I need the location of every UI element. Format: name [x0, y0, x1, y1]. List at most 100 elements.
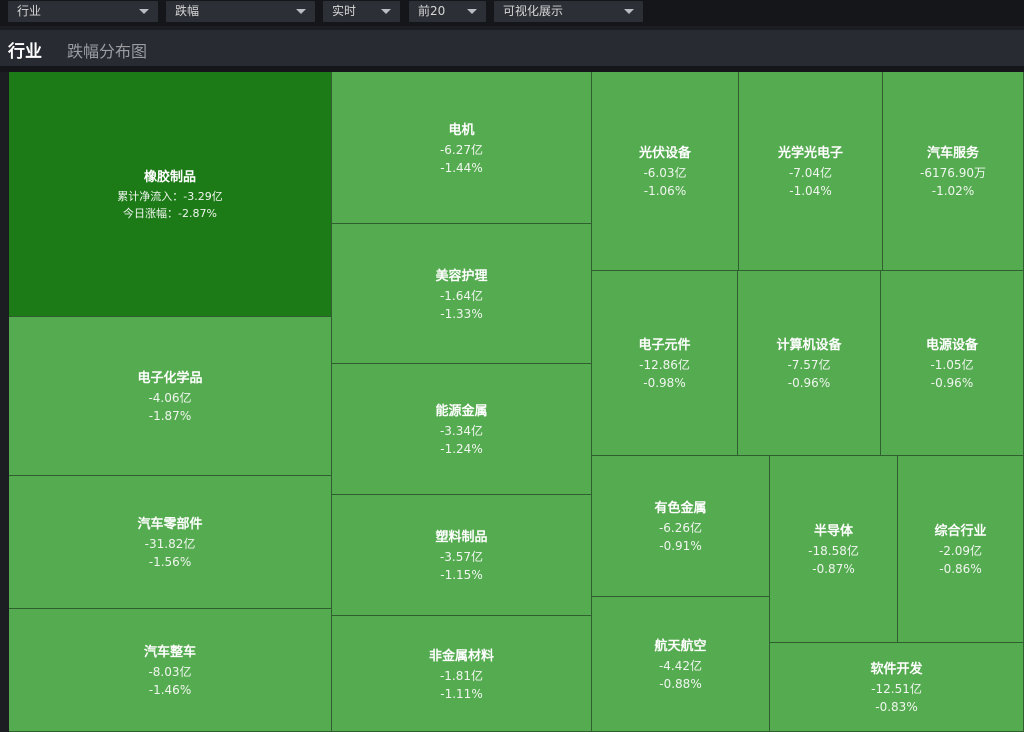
cell-name: 有色金属 [654, 501, 707, 516]
cell-flow-value: -6176.90万 [920, 166, 986, 180]
cell-flow-value: -12.51亿 [871, 682, 922, 696]
cell-flow-value: -6.26亿 [658, 521, 703, 535]
cell-flow-value: -1.05亿 [930, 358, 974, 372]
cell-flow-value: -6.27亿 [439, 142, 484, 157]
page-title: 行业 [8, 42, 42, 62]
dropdown-display[interactable]: 可视化展示 [494, 1, 643, 22]
cell-name: 汽车服务 [926, 146, 979, 161]
chevron-down-icon [381, 9, 391, 14]
cell-flow-value: -7.57亿 [787, 358, 831, 372]
treemap-cell-electronic-components[interactable]: 电子元件 -12.86亿 -0.98% [592, 271, 738, 456]
cell-change-value: -1.15% [440, 568, 483, 582]
cell-change-value: -1.87% [148, 409, 192, 423]
filter-bar: 行业 跌幅 实时 前20 可视化展示 [0, 0, 1024, 26]
cell-name: 航天航空 [654, 639, 707, 654]
cell-flow-value: -8.03亿 [148, 665, 192, 679]
cell-flow-value: -12.86亿 [639, 358, 690, 372]
treemap-cell-plastic-products[interactable]: 塑料制品 -3.57亿 -1.15% [332, 495, 592, 616]
dropdown-sort[interactable]: 跌幅 [166, 1, 315, 22]
treemap: 橡胶制品 累计净流入：-3.29亿 今日涨幅：-2.87% 电子化学品 -4.0… [9, 72, 1024, 732]
cell-flow-value: -4.06亿 [148, 391, 192, 405]
cell-name: 美容护理 [435, 268, 488, 284]
cell-flow-value: -31.82亿 [144, 537, 196, 551]
cell-change-value: -1.44% [440, 160, 483, 175]
treemap-cell-optoelectronics[interactable]: 光学光电子 -7.04亿 -1.04% [739, 72, 883, 271]
cell-change-value: -1.24% [440, 442, 483, 456]
cell-change-value: -0.96% [787, 376, 831, 390]
chevron-down-icon [296, 9, 306, 14]
cell-flow-value: -1.81亿 [439, 668, 484, 683]
treemap-cell-semiconductors[interactable]: 半导体 -18.58亿 -0.87% [770, 456, 898, 643]
cell-name: 电源设备 [925, 338, 978, 353]
cell-name: 电机 [448, 122, 475, 138]
cell-change-value: -1.06% [643, 184, 687, 198]
treemap-cell-motors[interactable]: 电机 -6.27亿 -1.44% [332, 72, 592, 224]
treemap-cell-auto-vehicles[interactable]: 汽车整车 -8.03亿 -1.46% [9, 609, 332, 732]
page-subtitle: 跌幅分布图 [67, 42, 148, 61]
cell-change-value: -1.04% [789, 184, 832, 198]
treemap-cell-energy-metals[interactable]: 能源金属 -3.34亿 -1.24% [332, 364, 592, 495]
cell-name: 计算机设备 [776, 338, 842, 353]
dropdown-top-n-label: 前20 [418, 4, 446, 18]
treemap-cell-beauty-care[interactable]: 美容护理 -1.64亿 -1.33% [332, 224, 592, 364]
treemap-cell-aerospace[interactable]: 航天航空 -4.42亿 -0.88% [592, 597, 770, 732]
cell-change-value: -0.88% [659, 677, 702, 691]
cell-change-value: -0.91% [659, 539, 702, 553]
cell-name: 光伏设备 [638, 146, 691, 161]
cell-change-value: -1.11% [440, 686, 483, 701]
cell-change-value: -1.33% [440, 306, 483, 321]
cell-flow-value: -18.58亿 [808, 544, 859, 558]
dropdown-category[interactable]: 行业 [8, 1, 158, 22]
cell-change-value: -0.96% [930, 376, 974, 390]
dropdown-period[interactable]: 实时 [323, 1, 400, 22]
cell-change: 今日涨幅：-2.87% [123, 205, 217, 222]
dropdown-period-label: 实时 [332, 4, 357, 18]
cell-name: 软件开发 [870, 662, 923, 677]
cell-name: 综合行业 [934, 524, 987, 539]
cell-flow: 累计净流入：-3.29亿 [117, 188, 222, 205]
dropdown-display-label: 可视化展示 [503, 4, 564, 18]
cell-name: 非金属材料 [428, 648, 494, 664]
cell-change-value: -2.87% [178, 207, 217, 220]
cell-name: 汽车零部件 [137, 517, 203, 532]
cell-name: 橡胶制品 [143, 170, 196, 185]
chevron-down-icon [139, 9, 149, 14]
treemap-cell-rubber-products[interactable]: 橡胶制品 累计净流入：-3.29亿 今日涨幅：-2.87% [9, 72, 332, 317]
cell-change-value: -0.98% [643, 376, 686, 390]
treemap-cell-software-development[interactable]: 软件开发 -12.51亿 -0.83% [770, 643, 1024, 732]
cell-flow-value: -4.42亿 [658, 659, 703, 673]
treemap-cell-auto-services[interactable]: 汽车服务 -6176.90万 -1.02% [883, 72, 1024, 271]
cell-name: 汽车整车 [143, 645, 196, 660]
cell-flow-value: -6.03亿 [643, 166, 687, 180]
treemap-cell-non-metal-materials[interactable]: 非金属材料 -1.81亿 -1.11% [332, 616, 592, 732]
treemap-cell-diversified[interactable]: 综合行业 -2.09亿 -0.86% [898, 456, 1024, 643]
cell-name: 半导体 [813, 524, 853, 539]
dropdown-top-n[interactable]: 前20 [409, 1, 486, 22]
cell-change-value: -0.83% [875, 700, 918, 714]
cell-flow-value: -3.29亿 [183, 190, 223, 203]
treemap-cell-power-equipment[interactable]: 电源设备 -1.05亿 -0.96% [881, 271, 1024, 456]
cell-name: 光学光电子 [777, 146, 843, 161]
cell-name: 电子元件 [638, 338, 691, 353]
cell-flow-value: -7.04亿 [788, 166, 833, 180]
cell-change-label: 今日涨幅： [123, 207, 179, 220]
cell-change-value: -0.86% [939, 562, 982, 576]
page-header: 行业 跌幅分布图 [0, 30, 1024, 66]
cell-change-value: -1.02% [931, 184, 975, 198]
cell-flow-value: -3.57亿 [439, 550, 484, 564]
chevron-down-icon [624, 9, 634, 14]
cell-name: 电子化学品 [137, 371, 203, 386]
chevron-down-icon [467, 9, 477, 14]
treemap-cell-nonferrous-metals[interactable]: 有色金属 -6.26亿 -0.91% [592, 456, 770, 597]
cell-flow-label: 累计净流入： [117, 190, 184, 203]
cell-flow-value: -3.34亿 [439, 424, 484, 438]
cell-change-value: -1.56% [148, 555, 192, 569]
treemap-cell-pv-equipment[interactable]: 光伏设备 -6.03亿 -1.06% [592, 72, 739, 271]
cell-name: 能源金属 [435, 404, 488, 419]
cell-flow-value: -1.64亿 [439, 288, 484, 303]
dropdown-sort-label: 跌幅 [175, 4, 200, 18]
treemap-cell-electronic-chemicals[interactable]: 电子化学品 -4.06亿 -1.87% [9, 317, 332, 476]
treemap-cell-computer-equipment[interactable]: 计算机设备 -7.57亿 -0.96% [738, 271, 881, 456]
cell-change-value: -0.87% [812, 562, 855, 576]
treemap-cell-auto-parts[interactable]: 汽车零部件 -31.82亿 -1.56% [9, 476, 332, 609]
